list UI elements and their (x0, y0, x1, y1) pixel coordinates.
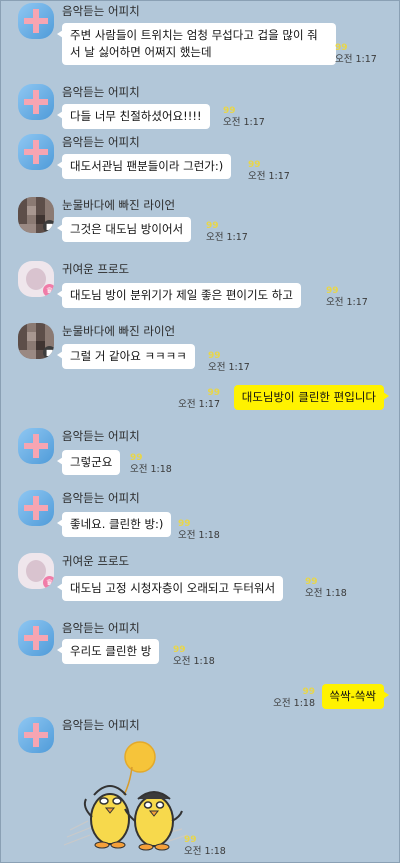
message-bubble[interactable]: 그렇군요 (56, 450, 121, 475)
message-time: 오전 1:18 (130, 464, 172, 475)
message-bubble[interactable]: 좋네요. 클린한 방:) (56, 512, 172, 537)
message-group-mine: 99 오전 1:18 쓱싹-쓱싹 (0, 678, 400, 718)
unread-count: 99 (206, 221, 219, 231)
unread-count: 99 (184, 835, 197, 845)
message-bubble[interactable]: 그것은 대도님 방이어서 (56, 217, 192, 242)
my-message-bubble[interactable]: 대도님방이 클린한 편입니다 (233, 385, 390, 410)
sender-name: 음악듣는 어피치 (62, 718, 140, 732)
avatar[interactable]: ■ (18, 323, 54, 359)
message-meta: 99 오전 1:17 (176, 388, 220, 410)
unread-count: 99 (305, 577, 318, 587)
message-meta: 99 오전 1:18 (178, 519, 220, 541)
message-meta: 99 오전 1:18 (173, 645, 215, 667)
message-time: 오전 1:18 (173, 656, 215, 667)
message-bubble[interactable]: 대도서관님 팬분들이라 그런가:) (56, 154, 232, 179)
unread-count: 99 (248, 160, 261, 170)
unread-count: 99 (326, 286, 339, 296)
message-bubble[interactable]: 대도님 방이 분위기가 제일 좋은 편이기도 하고 (57, 283, 301, 308)
sender-name: 음악듣는 어피치 (62, 4, 140, 18)
avatar[interactable] (18, 134, 54, 170)
message-time: 오전 1:17 (208, 362, 250, 373)
crown-icon: ♛ (43, 284, 54, 297)
my-message-bubble[interactable]: 쓱싹-쓱싹 (321, 684, 390, 709)
message-bubble[interactable]: 그럴 거 같아요 ㅋㅋㅋㅋ (57, 344, 195, 369)
message-time: 오전 1:17 (335, 54, 377, 65)
sender-name: 음악듣는 어피치 (62, 429, 140, 443)
message-meta: 99 오전 1:17 (223, 106, 265, 128)
message-time: 오전 1:17 (178, 399, 220, 410)
avatar[interactable] (18, 490, 54, 526)
message-time: 오전 1:17 (248, 171, 290, 182)
message-meta: 99 오전 1:17 (208, 351, 250, 373)
avatar[interactable] (18, 620, 54, 656)
message-meta: 99 오전 1:17 (248, 160, 290, 182)
unread-count: 99 (223, 106, 236, 116)
unread-count: 99 (302, 687, 315, 697)
message-time: 오전 1:17 (206, 232, 248, 243)
kakao-sticker[interactable] (62, 737, 197, 855)
unread-count: 99 (207, 388, 220, 398)
message-time: 오전 1:18 (273, 698, 315, 709)
message-time: 오전 1:18 (305, 588, 347, 599)
sender-name: 눈물바다에 빠진 라이언 (62, 324, 176, 338)
crown-icon: ♛ (43, 576, 54, 589)
avatar[interactable]: ♛ (18, 261, 54, 297)
message-bubble[interactable]: 대도님 고정 시청자층이 오래되고 두터워서 (56, 576, 284, 601)
camera-icon: ■ (43, 346, 54, 359)
message-meta: 99 오전 1:18 (305, 577, 347, 599)
unread-count: 99 (335, 43, 348, 53)
avatar[interactable] (18, 3, 54, 39)
message-meta: 99 오전 1:18 (184, 835, 226, 857)
avatar[interactable]: ♛ (18, 553, 54, 589)
unread-count: 99 (178, 519, 191, 529)
sender-name: 눈물바다에 빠진 라이언 (62, 198, 176, 212)
avatar[interactable] (18, 428, 54, 464)
message-bubble[interactable]: 다들 너무 친절하셨어요!!!! (57, 104, 210, 129)
avatar[interactable] (18, 717, 54, 753)
sender-name: 음악듣는 어피치 (62, 135, 140, 149)
message-time: 오전 1:18 (184, 846, 226, 857)
message-bubble[interactable]: 우리도 클린한 방 (56, 639, 160, 664)
sender-name: 음악듣는 어피치 (62, 85, 140, 99)
message-time: 오전 1:17 (223, 117, 265, 128)
message-group-mine: 99 오전 1:17 대도님방이 클린한 편입니다 (0, 380, 400, 420)
avatar[interactable]: ■ (18, 197, 54, 233)
message-meta: 99 오전 1:17 (335, 43, 377, 65)
avatar[interactable] (18, 84, 54, 120)
sender-name: 귀여운 프로도 (62, 554, 130, 568)
message-time: 오전 1:17 (326, 297, 368, 308)
unread-count: 99 (208, 351, 221, 361)
message-group: 음악듣는 어피치 99 오전 1:18 (18, 717, 398, 863)
unread-count: 99 (130, 453, 143, 463)
message-time: 오전 1:18 (178, 530, 220, 541)
camera-icon: ■ (43, 220, 54, 233)
message-bubble[interactable]: 주변 사람들이 트위치는 엄청 무섭다고 겁을 많이 줘서 날 싫어하면 어쩌지… (57, 23, 336, 65)
message-meta: 99 오전 1:18 (271, 687, 315, 709)
sender-name: 음악듣는 어피치 (62, 621, 140, 635)
unread-count: 99 (173, 645, 186, 655)
message-meta: 99 오전 1:18 (130, 453, 172, 475)
sender-name: 귀여운 프로도 (62, 262, 130, 276)
message-meta: 99 오전 1:17 (206, 221, 248, 243)
sender-name: 음악듣는 어피치 (62, 491, 140, 505)
message-meta: 99 오전 1:17 (326, 286, 368, 308)
